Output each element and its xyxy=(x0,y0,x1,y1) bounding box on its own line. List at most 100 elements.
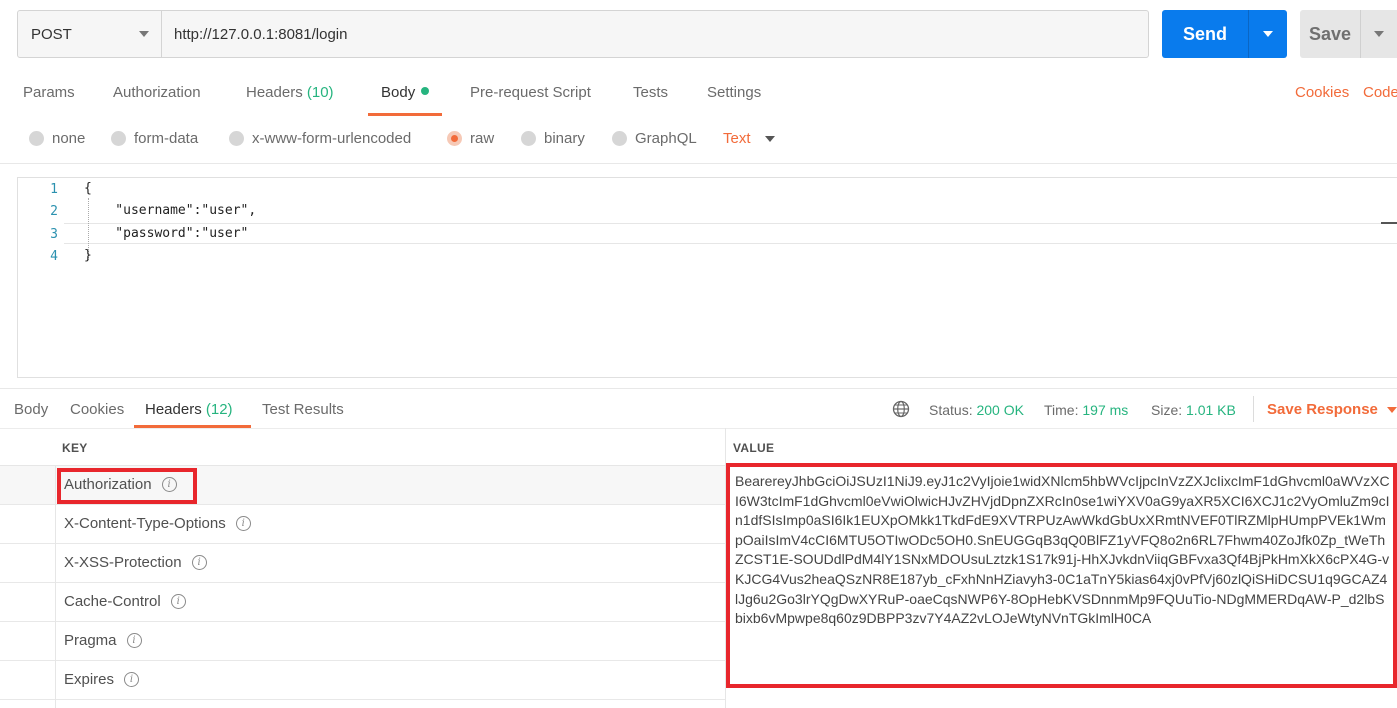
response-tab-headers-count: (12) xyxy=(205,401,233,418)
response-tab-test-results[interactable]: Test Results xyxy=(262,401,344,418)
radio-none[interactable]: none xyxy=(29,130,85,147)
time-label: Time: xyxy=(1044,402,1079,418)
divider xyxy=(0,163,1397,164)
table-row: Expires i xyxy=(0,661,725,700)
line-number: 1 xyxy=(50,182,58,197)
radio-graphql-label: GraphQL xyxy=(635,130,697,147)
key-column-header: KEY xyxy=(62,441,88,455)
radio-circle-icon xyxy=(29,131,44,146)
header-key: X-Content-Type-Options i xyxy=(64,515,251,532)
info-icon[interactable]: i xyxy=(191,555,207,570)
radio-raw-label: raw xyxy=(470,130,495,147)
tab-settings[interactable]: Settings xyxy=(707,84,761,101)
status-value: 200 OK xyxy=(976,402,1024,418)
radio-circle-icon xyxy=(612,131,627,146)
size-label: Size: xyxy=(1151,402,1183,418)
line-number: 2 xyxy=(50,204,58,219)
tab-authorization[interactable]: Authorization xyxy=(113,84,201,101)
status-label: Status: xyxy=(929,402,973,418)
info-icon[interactable]: i xyxy=(235,516,251,531)
table-row: X-Content-Type-Options i xyxy=(0,505,725,544)
table-row: Pragma i xyxy=(0,622,725,661)
editor-scrollbar[interactable] xyxy=(1381,222,1397,224)
response-tab-headers-label: Headers xyxy=(145,401,202,418)
send-options-button[interactable] xyxy=(1248,10,1287,58)
table-row: Cache-Control i xyxy=(0,583,725,622)
send-button[interactable]: Send xyxy=(1162,10,1248,58)
header-key: Cache-Control i xyxy=(64,593,186,610)
size-readout: Size: 1.01 KB xyxy=(1151,402,1236,418)
code-line: "username":"user", xyxy=(84,203,257,218)
response-tabs: Body Cookies Headers (12) Test Results S… xyxy=(0,392,1397,428)
line-number: 4 xyxy=(50,249,58,264)
tab-pre-request-script[interactable]: Pre-request Script xyxy=(470,84,591,101)
code-line: } xyxy=(84,248,92,263)
header-key: X-XSS-Protection i xyxy=(64,554,207,571)
save-button-group: Save xyxy=(1300,10,1397,58)
raw-format-select[interactable]: Text xyxy=(723,130,775,147)
code-editor[interactable]: 1 2 3 4 { "username":"user", "password":… xyxy=(17,177,1397,378)
url-input[interactable]: http://127.0.0.1:8081/login xyxy=(162,11,1148,57)
globe-icon[interactable] xyxy=(892,400,910,418)
header-key: Expires i xyxy=(64,671,140,688)
radio-circle-icon xyxy=(111,131,126,146)
active-line-highlight xyxy=(64,223,1397,244)
tab-tests[interactable]: Tests xyxy=(633,84,668,101)
time-readout: Time: 197 ms xyxy=(1044,402,1128,418)
radio-circle-icon xyxy=(229,131,244,146)
column-divider xyxy=(55,466,56,708)
radio-raw[interactable]: raw xyxy=(447,130,494,147)
save-options-button[interactable] xyxy=(1360,10,1397,58)
tab-body[interactable]: Body xyxy=(381,84,430,101)
radio-none-label: none xyxy=(52,130,86,147)
code-link[interactable]: Code xyxy=(1363,84,1397,101)
chevron-down-icon xyxy=(1386,406,1397,413)
radio-graphql[interactable]: GraphQL xyxy=(612,130,697,147)
table-header-row: KEY VALUE xyxy=(0,428,1397,466)
radio-x-www-form-urlencoded[interactable]: x-www-form-urlencoded xyxy=(229,130,411,147)
header-key-text: X-XSS-Protection xyxy=(64,554,182,571)
send-button-group: Send xyxy=(1162,10,1287,58)
response-tab-cookies[interactable]: Cookies xyxy=(70,401,124,418)
method-label: POST xyxy=(31,25,72,43)
body-type-options: none form-data x-www-form-urlencoded raw… xyxy=(0,124,1397,154)
radio-binary-label: binary xyxy=(544,130,585,147)
tab-headers[interactable]: Headers (10) xyxy=(246,84,334,101)
tab-headers-label: Headers xyxy=(246,84,303,101)
info-icon[interactable]: i xyxy=(124,672,140,687)
header-key-text: X-Content-Type-Options xyxy=(64,515,226,532)
cookies-link[interactable]: Cookies xyxy=(1295,84,1349,101)
info-icon[interactable]: i xyxy=(170,594,186,609)
time-value: 197 ms xyxy=(1082,402,1129,418)
info-icon[interactable]: i xyxy=(126,633,142,648)
save-response-label: Save Response xyxy=(1267,401,1378,418)
request-tabs: Params Authorization Headers (10) Body P… xyxy=(0,72,1397,116)
response-tab-headers[interactable]: Headers (12) xyxy=(145,401,233,418)
radio-form-data[interactable]: form-data xyxy=(111,130,198,147)
divider xyxy=(1253,396,1254,422)
header-key: Pragma i xyxy=(64,632,142,649)
size-value: 1.01 KB xyxy=(1186,402,1236,418)
radio-binary[interactable]: binary xyxy=(521,130,585,147)
chevron-down-icon xyxy=(1374,31,1384,37)
method-select[interactable]: POST xyxy=(18,11,162,57)
divider xyxy=(0,388,1397,389)
line-gutter: 1 2 3 4 xyxy=(18,178,64,377)
chevron-down-icon xyxy=(764,135,775,142)
code-line: "password":"user" xyxy=(84,226,249,241)
header-key-text: Pragma xyxy=(64,632,117,649)
value-column-header: VALUE xyxy=(733,441,775,455)
radio-urlencoded-label: x-www-form-urlencoded xyxy=(252,130,412,147)
chevron-down-icon xyxy=(1263,31,1273,37)
save-response-button[interactable]: Save Response xyxy=(1267,401,1397,418)
radio-circle-icon xyxy=(521,131,536,146)
response-tab-body[interactable]: Body xyxy=(14,401,48,418)
save-button[interactable]: Save xyxy=(1300,10,1360,58)
highlight-box-authorization-key xyxy=(57,468,197,504)
radio-selected-icon xyxy=(447,131,462,146)
url-text: http://127.0.0.1:8081/login xyxy=(174,25,348,43)
code-line: { xyxy=(84,181,92,196)
chevron-down-icon xyxy=(139,31,149,37)
tab-headers-count: (10) xyxy=(306,84,334,101)
tab-params[interactable]: Params xyxy=(23,84,75,101)
